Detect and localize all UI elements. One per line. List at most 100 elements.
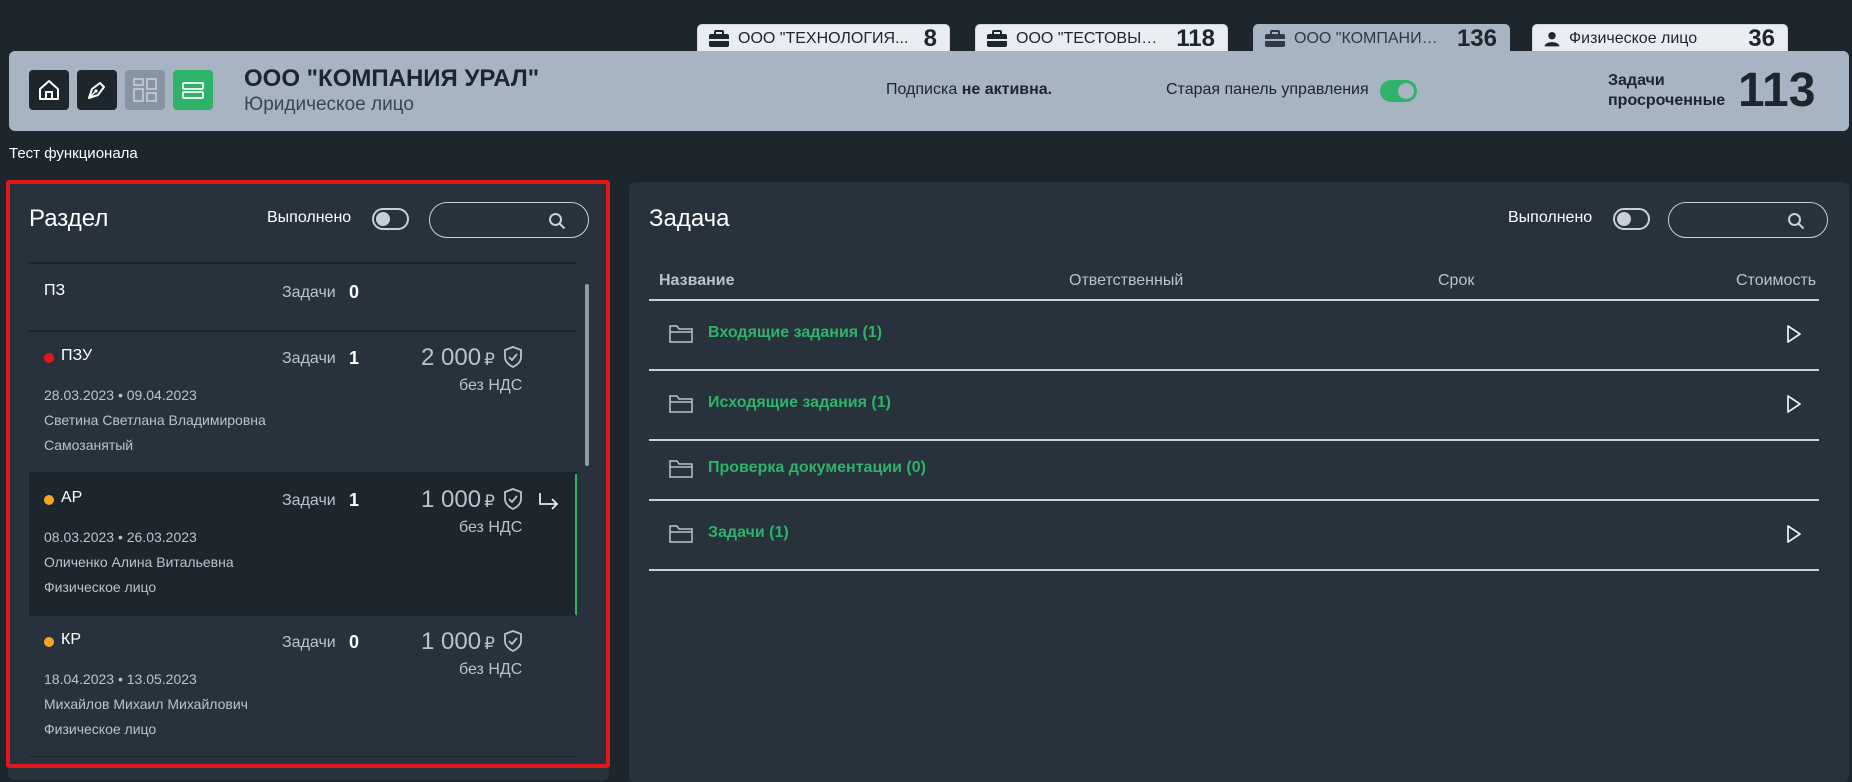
org-tab-kompaniya-ural[interactable]: ООО "КОМПАНИЯ У... 136 bbox=[1253, 24, 1510, 52]
section-dates: 28.03.2023 • 09.04.2023 bbox=[44, 387, 197, 403]
org-tab-label: ООО "КОМПАНИЯ У... bbox=[1294, 29, 1447, 47]
section-done-label: Выполнено bbox=[267, 209, 352, 226]
folder-label: Входящие задания (1) bbox=[708, 324, 883, 341]
folder-icon bbox=[669, 525, 693, 543]
folder-row-incoming[interactable]: Входящие задания (1) bbox=[649, 306, 1819, 366]
column-header-cost[interactable]: Стоимость bbox=[1736, 272, 1816, 290]
column-header-name[interactable]: Название bbox=[659, 272, 735, 290]
list-item[interactable]: КР Задачи 0 1 000 ₽ без НДС 18.04.2023 • … bbox=[29, 616, 577, 757]
org-tab-label: ООО "ТЕХНОЛОГИЯ... bbox=[738, 29, 909, 47]
vat-label: без НДС bbox=[459, 519, 523, 536]
old-panel-label: Старая панель управления bbox=[1166, 81, 1369, 98]
subscription-value: не активна. bbox=[961, 81, 1053, 98]
org-tab-count: 118 bbox=[1176, 24, 1215, 52]
folder-label: Проверка документации (0) bbox=[708, 459, 926, 476]
currency-sign: ₽ bbox=[484, 350, 495, 369]
overdue-tasks-count[interactable]: 113 bbox=[1738, 63, 1815, 118]
status-dot bbox=[44, 353, 54, 363]
folder-icon bbox=[669, 395, 693, 413]
section-panel-title: Раздел bbox=[29, 205, 109, 232]
list-view-button[interactable] bbox=[173, 70, 213, 110]
task-done-toggle[interactable] bbox=[1613, 208, 1650, 230]
breadcrumb[interactable]: Тест функционала bbox=[9, 145, 138, 162]
company-name: ООО "КОМПАНИЯ УРАЛ" bbox=[244, 65, 540, 92]
home-button[interactable] bbox=[29, 70, 69, 110]
tasks-count: 0 bbox=[349, 282, 360, 302]
status-dot bbox=[44, 637, 54, 647]
section-price: 1 000 ₽ bbox=[421, 486, 495, 514]
list-item-selected[interactable]: АР Задачи 1 1 000 ₽ без НДС 08.03.2023 • … bbox=[29, 474, 577, 616]
status-dot bbox=[44, 495, 54, 505]
briefcase-icon bbox=[709, 29, 729, 47]
tasks-label: Задачи bbox=[282, 634, 336, 651]
folder-label: Исходящие задания (1) bbox=[708, 394, 891, 411]
list-item[interactable]: ПЗ Задачи 0 bbox=[29, 264, 577, 332]
subscription-prefix: Подписка bbox=[886, 81, 958, 98]
folder-row-outgoing[interactable]: Исходящие задания (1) bbox=[649, 376, 1819, 436]
task-search-field[interactable] bbox=[1683, 209, 1783, 231]
tasks-count: 1 bbox=[349, 348, 360, 368]
pen-nib-icon bbox=[88, 82, 105, 99]
section-dates: 18.04.2023 • 13.05.2023 bbox=[44, 671, 197, 687]
org-tab-tekhnologiya[interactable]: ООО "ТЕХНОЛОГИЯ... 8 bbox=[697, 24, 950, 52]
briefcase-icon bbox=[1265, 29, 1285, 47]
section-search-field[interactable] bbox=[444, 209, 544, 231]
overdue-tasks-label: Задачи просроченные bbox=[1608, 72, 1726, 109]
responsible-person: Оличенко Алина Витальевна bbox=[44, 554, 234, 570]
org-tab-label: ООО "ТЕСТОВЫЕ Р... bbox=[1016, 29, 1167, 47]
folder-icon bbox=[669, 460, 693, 478]
section-list: ПЗ Задачи 0 ПЗУ Задачи 1 2 000 ₽ без НДС … bbox=[29, 262, 577, 757]
currency-sign: ₽ bbox=[484, 492, 495, 511]
task-search-input[interactable] bbox=[1668, 202, 1828, 238]
org-tab-testovye[interactable]: ООО "ТЕСТОВЫЕ Р... 118 bbox=[975, 24, 1228, 52]
section-done-toggle[interactable] bbox=[372, 208, 409, 230]
responsible-person: Михайлов Михаил Михайлович bbox=[44, 696, 248, 712]
home-icon bbox=[39, 80, 59, 100]
dashboard-grid-icon bbox=[133, 78, 157, 102]
section-name: КР bbox=[61, 631, 81, 648]
table-divider bbox=[649, 569, 1819, 571]
tasks-count: 0 bbox=[349, 632, 360, 652]
org-tab-count: 8 bbox=[923, 24, 937, 52]
column-header-deadline[interactable]: Срок bbox=[1438, 272, 1474, 290]
old-panel-toggle[interactable] bbox=[1380, 80, 1417, 102]
subscription-status: Подписка не активна. bbox=[886, 81, 1052, 99]
column-header-responsible[interactable]: Ответственный bbox=[1069, 272, 1183, 290]
folder-label: Задачи (1) bbox=[708, 524, 789, 541]
currency-sign: ₽ bbox=[484, 634, 495, 653]
company-type: Юридическое лицо bbox=[244, 94, 414, 115]
section-search-input[interactable] bbox=[429, 202, 589, 238]
folder-row-tasks[interactable]: Задачи (1) bbox=[649, 506, 1819, 566]
org-tab-count: 136 bbox=[1456, 24, 1497, 52]
price-value: 1 000 bbox=[421, 486, 482, 513]
shield-check-icon bbox=[504, 630, 522, 652]
section-list-scrollbar[interactable] bbox=[585, 284, 589, 466]
expand-triangle-icon[interactable] bbox=[1785, 394, 1803, 414]
company-header: ООО "КОМПАНИЯ УРАЛ" Юридическое лицо Под… bbox=[9, 51, 1849, 131]
person-type: Физическое лицо bbox=[44, 721, 157, 737]
org-tab-individual[interactable]: Физическое лицо 36 bbox=[1532, 24, 1788, 52]
search-icon bbox=[549, 213, 566, 230]
user-icon bbox=[1544, 31, 1560, 46]
task-panel-title: Задача bbox=[649, 205, 730, 232]
person-type: Самозанятый bbox=[44, 437, 134, 453]
expand-triangle-icon[interactable] bbox=[1785, 324, 1803, 344]
edit-button[interactable] bbox=[77, 70, 117, 110]
forward-arrow-icon[interactable] bbox=[537, 490, 561, 512]
expand-triangle-icon[interactable] bbox=[1785, 524, 1803, 544]
tasks-label: Задачи bbox=[282, 492, 336, 509]
vat-label: без НДС bbox=[459, 661, 523, 678]
folder-icon bbox=[669, 325, 693, 343]
dashboard-button[interactable] bbox=[125, 70, 165, 110]
section-name: АР bbox=[61, 489, 83, 506]
table-divider bbox=[649, 499, 1819, 501]
folder-row-doc-check[interactable]: Проверка документации (0) bbox=[649, 441, 1819, 501]
section-name: ПЗ bbox=[44, 282, 66, 299]
shield-check-icon bbox=[504, 488, 522, 510]
tasks-label: Задачи bbox=[282, 350, 336, 367]
tasks-count: 1 bbox=[349, 490, 360, 510]
search-icon bbox=[1788, 213, 1805, 230]
list-item[interactable]: ПЗУ Задачи 1 2 000 ₽ без НДС 28.03.2023 •… bbox=[29, 332, 577, 474]
list-icon bbox=[182, 82, 204, 99]
org-tab-label: Физическое лицо bbox=[1569, 29, 1698, 47]
